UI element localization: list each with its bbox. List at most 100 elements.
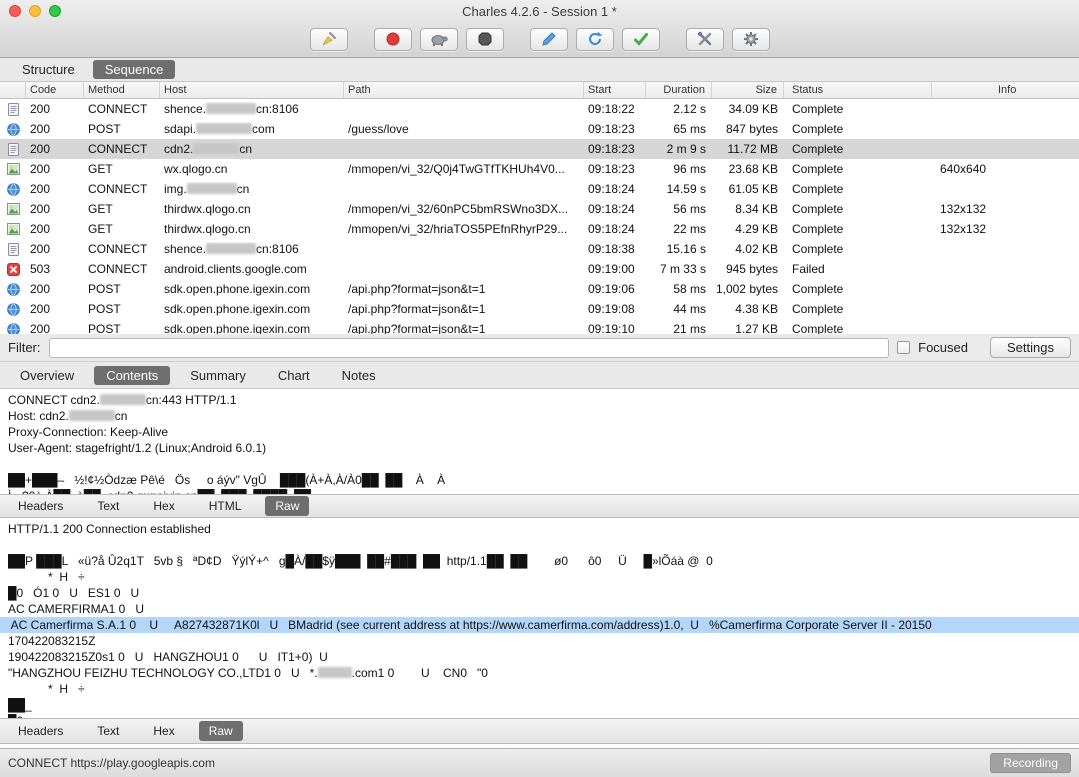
tab-raw[interactable]: Raw — [198, 721, 243, 741]
repeat-button[interactable] — [575, 27, 614, 51]
record-button[interactable] — [373, 27, 412, 51]
cell-info: 132x132 — [940, 222, 987, 236]
column-header-status[interactable]: Status — [784, 82, 932, 98]
tab-chart[interactable]: Chart — [266, 366, 322, 385]
recording-badge[interactable]: Recording — [990, 753, 1071, 773]
clear-session-button[interactable] — [309, 27, 348, 51]
cell-method: CONNECT — [88, 182, 148, 196]
session-table[interactable]: 200 CONNECT shence. cn:8106 09:18:22 2.12 s 34… — [0, 99, 1079, 334]
raw-line: HTTP/1.1 200 Connection established — [8, 522, 211, 536]
cell-path: /mmopen/vi_32/60nPC5bmRSWno3DX... — [348, 202, 569, 216]
column-header-duration[interactable]: Duration — [646, 82, 712, 98]
breakpoints-button[interactable] — [465, 27, 504, 51]
cell-host: sdk.open.phone.igexin.com — [164, 282, 311, 296]
cell-host: sdk.open.phone.igexin.com — [164, 302, 311, 316]
cell-method: CONNECT — [88, 262, 148, 276]
column-header-info[interactable]: Info — [932, 82, 1079, 98]
cell-code: 200 — [30, 222, 51, 236]
cell-status: Complete — [792, 322, 844, 334]
cell-code: 200 — [30, 142, 51, 156]
tab-html[interactable]: HTML — [199, 496, 252, 516]
minimize-button[interactable] — [29, 5, 41, 17]
cell-duration: 2 m 9 s — [666, 142, 706, 156]
redacted-text — [317, 667, 352, 678]
tab-text[interactable]: Text — [87, 496, 129, 516]
tab-notes[interactable]: Notes — [330, 366, 388, 385]
filter-input[interactable] — [48, 337, 890, 358]
tab-overview[interactable]: Overview — [8, 366, 86, 385]
cell-duration: 21 ms — [673, 322, 706, 334]
cell-size: 4.02 KB — [735, 242, 778, 256]
tab-headers[interactable]: Headers — [8, 721, 73, 741]
tab-summary[interactable]: Summary — [178, 366, 258, 385]
close-button[interactable] — [9, 5, 21, 17]
table-row[interactable]: 200 CONNECT img. cn 09:18:24 14.59 s 61.05 KB C… — [0, 179, 1079, 199]
column-header-code[interactable]: Code — [26, 82, 84, 98]
raw-line: AC CAMERFIRMA1 0 U — [8, 602, 145, 616]
table-row[interactable]: 200 GET thirdwx.qlogo.cn/mmopen/vi_32/60nP… — [0, 199, 1079, 219]
table-row[interactable]: 200 POST sdk.open.phone.igexin.com/api.php… — [0, 279, 1079, 299]
request-raw-pane[interactable]: CONNECT cdn2. cn:443 HTTP/1.1 Host: cdn2. c… — [0, 389, 1079, 494]
tools-button[interactable] — [685, 27, 724, 51]
tab-hex[interactable]: Hex — [143, 721, 184, 741]
cell-size: 1.27 KB — [735, 322, 778, 334]
column-header-host[interactable]: Host — [160, 82, 344, 98]
settings-button[interactable]: Settings — [990, 337, 1071, 358]
cell-code: 200 — [30, 102, 51, 116]
image-icon — [6, 203, 20, 215]
cell-start: 09:18:24 — [588, 222, 635, 236]
request-tab-bar: Headers Text Hex HTML Raw — [0, 494, 1079, 518]
zoom-button[interactable] — [49, 5, 61, 17]
cell-status: Complete — [792, 122, 844, 136]
column-header-start[interactable]: Start — [584, 82, 646, 98]
doc-icon — [7, 142, 19, 156]
cell-duration: 58 ms — [673, 282, 706, 296]
cell-status: Failed — [792, 262, 825, 276]
table-row[interactable]: 200 POST sdk.open.phone.igexin.com/api.php… — [0, 299, 1079, 319]
table-row[interactable]: 200 CONNECT cdn2. cn 09:18:23 2 m 9 s 11.72 MB… — [0, 139, 1079, 159]
cell-host: wx.qlogo.cn — [164, 162, 228, 176]
redacted-text — [99, 394, 146, 405]
table-row[interactable]: 200 GET thirdwx.qlogo.cn/mmopen/vi_32/hria… — [0, 219, 1079, 239]
cell-method: GET — [88, 222, 113, 236]
response-tab-bar: Headers Text Hex Raw — [0, 718, 1079, 744]
table-row[interactable]: 200 POST sdapi. com/guess/love 09:18:23 65 ms… — [0, 119, 1079, 139]
toolbar-group — [529, 27, 660, 51]
response-raw-pane[interactable]: HTTP/1.1 200 Connection established ██P █… — [0, 518, 1079, 718]
column-header-size[interactable]: Size — [712, 82, 784, 98]
column-header-method[interactable]: Method — [84, 82, 160, 98]
filter-label: Filter: — [8, 340, 41, 355]
check-icon — [633, 31, 649, 47]
table-row[interactable]: 200 GET wx.qlogo.cn/mmopen/vi_32/Q0j4TwGTf… — [0, 159, 1079, 179]
cell-code: 200 — [30, 302, 51, 316]
row-icon-cell — [0, 163, 26, 175]
status-text: CONNECT https://play.googleapis.com — [8, 756, 215, 770]
tab-sequence[interactable]: Sequence — [92, 60, 176, 79]
validate-button[interactable] — [621, 27, 660, 51]
cell-duration: 56 ms — [673, 202, 706, 216]
column-header-path[interactable]: Path — [344, 82, 584, 98]
compose-button[interactable] — [529, 27, 568, 51]
cell-host: android.clients.google.com — [164, 262, 307, 276]
table-row[interactable]: 200 POST sdk.open.phone.igexin.com/api.php… — [0, 319, 1079, 334]
tab-structure[interactable]: Structure — [10, 60, 87, 79]
table-row[interactable]: 200 CONNECT shence. cn:8106 09:18:22 2.12 s 34… — [0, 99, 1079, 119]
cell-status: Complete — [792, 102, 844, 116]
cell-duration: 15.16 s — [666, 242, 706, 256]
cell-duration: 14.59 s — [666, 182, 706, 196]
tab-hex[interactable]: Hex — [143, 496, 184, 516]
settings-button[interactable] — [731, 27, 770, 51]
cell-host: cdn2. cn — [164, 142, 253, 156]
throttle-button[interactable] — [419, 27, 458, 51]
table-row[interactable]: 200 CONNECT shence. cn:8106 09:18:38 15.16 s 4… — [0, 239, 1079, 259]
tab-headers[interactable]: Headers — [8, 496, 73, 516]
titlebar[interactable]: Charles 4.2.6 - Session 1 * — [0, 0, 1079, 22]
raw-line: 190422083215Z0s1 0 U HANGZHOU1 0 U IT1+0… — [8, 650, 328, 664]
tab-contents[interactable]: Contents — [94, 365, 171, 385]
focused-checkbox[interactable] — [897, 341, 911, 354]
globe-icon — [6, 302, 20, 316]
table-row[interactable]: 503 CONNECT android.clients.google.com 09:1… — [0, 259, 1079, 279]
tab-text[interactable]: Text — [87, 721, 129, 741]
tab-raw[interactable]: Raw — [265, 496, 310, 516]
toolbar-group — [373, 27, 504, 51]
